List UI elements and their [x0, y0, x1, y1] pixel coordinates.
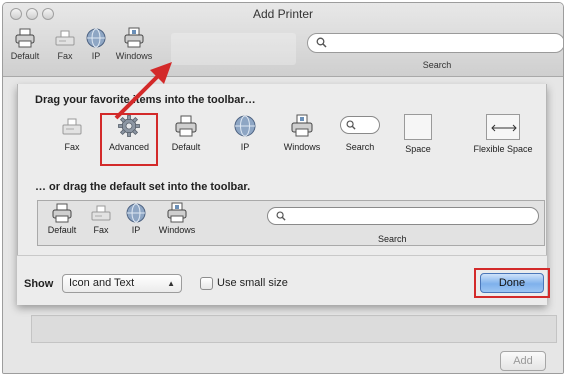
toolbar-item-label: Fax: [57, 51, 73, 61]
toolbar-search-label: Search: [422, 60, 452, 70]
red-arrow-annotation: [114, 62, 172, 120]
default-set-item-label: Default: [47, 225, 77, 235]
default-set-item-label: IP: [131, 225, 141, 235]
search-icon: [346, 120, 356, 130]
fax-icon: [91, 205, 111, 221]
flexible-space-icon: [486, 114, 520, 140]
palette-item-space[interactable]: Space: [398, 114, 438, 154]
show-select[interactable]: Icon and Text ▲: [62, 274, 182, 293]
double-arrow-icon: [491, 124, 517, 132]
title-bar: Add Printer Default Fax IP Windows Searc…: [3, 3, 563, 77]
globe-icon: [126, 203, 146, 223]
show-select-value: Icon and Text: [69, 277, 135, 289]
palette-item-windows[interactable]: Windows: [279, 114, 325, 152]
palette-item-label: Fax: [64, 142, 80, 152]
done-button[interactable]: Done: [480, 273, 544, 293]
default-set-item-fax: Fax: [88, 202, 114, 235]
palette-item-label: Windows: [283, 142, 321, 152]
windows-printer-icon: [167, 202, 187, 223]
palette-item-flexible-space[interactable]: Flexible Space: [468, 114, 538, 154]
default-set-item-label: Windows: [158, 225, 196, 235]
default-set-item-default: Default: [44, 202, 80, 235]
palette-item-ip[interactable]: IP: [231, 114, 259, 152]
use-small-size-label[interactable]: Use small size: [217, 277, 288, 289]
printer-list[interactable]: [31, 315, 557, 343]
default-set-item-label: Fax: [93, 225, 109, 235]
default-set-item-windows: Windows: [155, 202, 199, 235]
space-icon: [404, 114, 432, 140]
search-icon: [276, 211, 286, 221]
toolbar-item-label: Default: [10, 51, 40, 61]
default-set-search-label: Search: [378, 234, 407, 244]
window-title: Add Printer: [252, 7, 314, 21]
palette-item-fax[interactable]: Fax: [54, 114, 90, 152]
windows-printer-icon: [124, 27, 144, 48]
palette-item-label: Default: [171, 142, 201, 152]
palette-item-search[interactable]: Search: [337, 114, 383, 152]
search-icon: [316, 37, 327, 48]
palette-item-label: Space: [405, 144, 431, 154]
toolbar-search-field[interactable]: [307, 33, 563, 53]
palette-item-label: Flexible Space: [473, 144, 533, 154]
globe-icon: [234, 115, 256, 137]
printer-icon: [52, 203, 72, 223]
default-set-search-field: [267, 207, 539, 225]
globe-icon: [86, 28, 106, 48]
palette-item-label: IP: [240, 142, 250, 152]
printer-icon: [15, 28, 35, 48]
windows-printer-icon: [291, 114, 313, 137]
add-button[interactable]: Add: [500, 351, 546, 371]
fax-icon: [55, 30, 75, 46]
select-arrows-icon: ▲: [167, 279, 175, 288]
default-set-heading: … or drag the default set into the toolb…: [35, 181, 251, 193]
show-label: Show: [24, 278, 54, 290]
palette-item-label: Search: [345, 142, 375, 152]
default-set-item-ip: IP: [124, 202, 148, 235]
search-field-preview: [340, 116, 380, 134]
toolbar-item-label: IP: [91, 51, 101, 61]
use-small-size-checkbox[interactable]: [200, 277, 213, 290]
toolbar-item-default[interactable]: Default: [3, 27, 47, 61]
toolbar-drop-area: [171, 33, 296, 65]
fax-icon: [62, 118, 82, 135]
